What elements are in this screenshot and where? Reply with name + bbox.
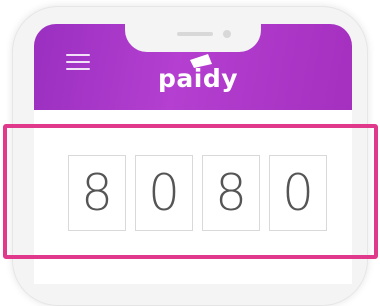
speaker-icon	[177, 32, 213, 36]
camera-icon	[223, 30, 231, 38]
hamburger-menu-icon[interactable]	[66, 54, 90, 70]
highlight-box	[3, 124, 378, 259]
phone-notch	[125, 24, 261, 52]
logo-hat-icon	[190, 54, 212, 68]
